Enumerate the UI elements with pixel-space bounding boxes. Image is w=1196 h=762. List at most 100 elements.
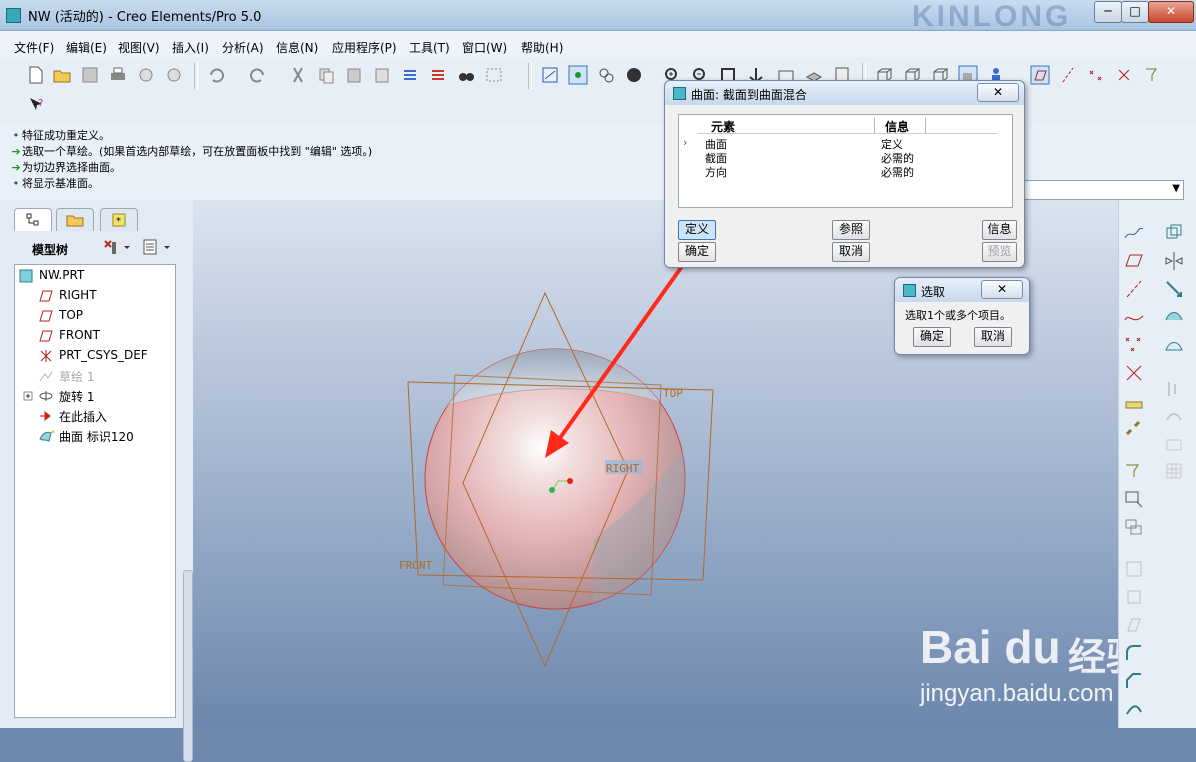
cancel-button[interactable]: 取消 [974,327,1012,347]
smart-filter-select[interactable]: ▼ [1010,180,1184,200]
new-file-icon[interactable] [26,65,46,85]
datum-plane-tool-icon[interactable] [1123,250,1145,272]
annotation-toggle-icon[interactable] [1142,65,1162,85]
regen-manager-icon[interactable] [428,65,448,85]
datum-plane-toggle-icon[interactable] [1030,65,1050,85]
shading-sphere-icon[interactable] [624,65,644,85]
datum-label-front: FRONT [399,559,432,572]
window-title: NW (活动的) - Creo Elements/Pro 5.0 [28,10,262,25]
info-bullet-icon: • [12,129,20,142]
tab-model-tree[interactable] [14,208,52,231]
sketch-icon [39,369,53,383]
paste-special-icon[interactable] [372,65,392,85]
trim-icon[interactable] [1163,334,1185,356]
menu-view[interactable]: 视图(V) [118,39,160,56]
tab-folder-browser[interactable] [56,208,94,231]
panel-splitter[interactable] [183,570,193,762]
menu-info[interactable]: 信息(N) [276,39,318,56]
cancel-button[interactable]: 取消 [832,242,870,262]
datum-point-toggle-icon[interactable] [1086,65,1106,85]
references-button[interactable]: 参照 [832,220,870,240]
tree-item-label: PRT_CSYS_DEF [59,348,148,362]
cut-icon[interactable] [288,65,308,85]
dialog-close-button[interactable]: ✕ [981,280,1023,299]
merge-icon[interactable] [1163,306,1185,328]
insert-model-icon[interactable] [1123,460,1145,482]
orient-icon[interactable] [596,65,616,85]
expand-plus-icon[interactable] [23,389,33,403]
redo-icon[interactable] [248,65,268,85]
svg-text:?: ? [38,98,43,109]
dialog-title: 选取 [921,285,946,299]
send-mail-icon[interactable] [136,65,156,85]
maximize-button[interactable]: □ [1121,1,1149,23]
round-icon[interactable] [1123,642,1145,664]
define-button[interactable]: 定义 [678,220,716,240]
menu-insert[interactable]: 插入(I) [172,39,209,56]
close-button[interactable]: ✕ [1148,1,1194,23]
copy-icon[interactable] [316,65,336,85]
menu-tools[interactable]: 工具(T) [409,39,450,56]
app-icon [6,8,21,23]
spin-center-icon[interactable] [568,65,588,85]
dialog-title-bar: 曲面: 截面到曲面混合 ✕ [665,81,1024,105]
save-icon[interactable] [80,65,100,85]
part-icon [19,269,33,283]
csys-toggle-icon[interactable] [1114,65,1134,85]
table-row[interactable]: 曲面 定义 [679,136,1012,151]
annotation-feature-icon[interactable] [1123,488,1145,510]
table-row[interactable]: 截面 必需的 [679,150,1012,165]
context-help-icon[interactable]: ? [26,95,46,115]
copy-feature-icon[interactable] [1163,222,1185,244]
send-link-icon[interactable] [164,65,184,85]
user-defined-feature-icon[interactable] [1123,516,1145,538]
select-prompt: 选取1个或多个项目。 [905,309,1011,322]
surface-icon: * [39,429,55,443]
table-row[interactable]: 方向 必需的 [679,164,1012,179]
column-header-element: 元素 [711,120,736,134]
paste-icon[interactable] [344,65,364,85]
offset-icon [1163,406,1185,428]
menu-edit[interactable]: 编辑(E) [66,39,107,56]
ok-button[interactable]: 确定 [913,327,951,347]
analysis-feature-icon[interactable] [1123,390,1145,412]
solidify-icon [1163,460,1185,482]
menu-bar: 文件(F) 编辑(E) 视图(V) 插入(I) 分析(A) 信息(N) 应用程序… [0,31,1196,57]
datum-point-tool-icon[interactable] [1123,334,1145,356]
move-icon[interactable] [1163,278,1185,300]
insert-here-arrow-icon [39,409,53,423]
menu-help[interactable]: 帮助(H) [521,39,563,56]
minimize-button[interactable]: ─ [1094,1,1122,23]
datum-curve-sketch-icon[interactable] [1123,222,1145,244]
datum-axis-tool-icon[interactable] [1123,278,1145,300]
feature-toolbar [1118,200,1196,728]
sweep-icon[interactable] [1123,698,1145,720]
hole-tool-icon[interactable] [1123,418,1145,440]
menu-window[interactable]: 窗口(W) [462,39,507,56]
tree-settings-icon[interactable] [102,238,132,259]
mirror-icon[interactable] [1163,250,1185,272]
undo-icon[interactable] [206,65,226,85]
datum-csys-tool-icon[interactable] [1123,362,1145,384]
menu-analysis[interactable]: 分析(A) [222,39,264,56]
datum-axis-toggle-icon[interactable] [1058,65,1078,85]
selection-box-icon[interactable] [484,65,504,85]
menu-file[interactable]: 文件(F) [14,39,54,56]
datum-display-icon[interactable] [540,65,560,85]
tree-show-icon[interactable] [142,238,174,259]
datum-label-top: TOP [663,387,683,400]
regenerate-icon[interactable] [400,65,420,85]
open-folder-icon[interactable] [52,65,72,85]
svg-text:*: * [51,429,55,438]
find-icon[interactable] [456,65,476,85]
rib-icon [1123,586,1145,608]
ok-button[interactable]: 确定 [678,242,716,262]
dialog-close-button[interactable]: ✕ [977,83,1019,102]
chamfer-icon[interactable] [1123,670,1145,692]
watermark-url: jingyan.baidu.com [920,680,1114,707]
print-icon[interactable] [108,65,128,85]
menu-applications[interactable]: 应用程序(P) [332,39,397,56]
tab-favorites[interactable]: * [100,208,138,231]
datum-curve-icon[interactable] [1123,306,1145,328]
info-button[interactable]: 信息 [982,220,1017,240]
